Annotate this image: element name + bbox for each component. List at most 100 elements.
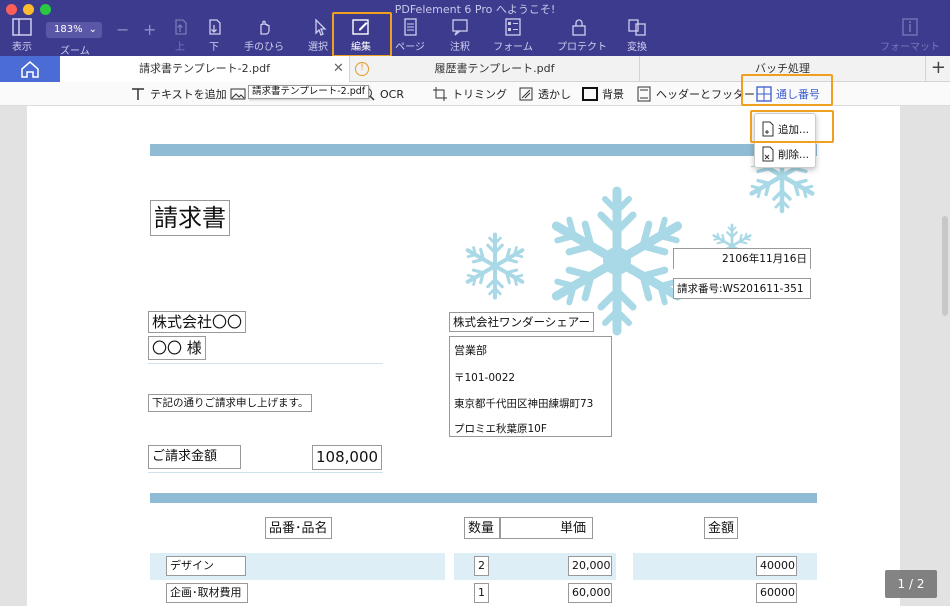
protect-label: プロテクト [557,42,607,53]
document-viewport[interactable]: 請求書 2106年11月16日 請求番号:WS201611-351 株式会社〇〇… [0,106,950,606]
row-2-name: 企画･取材費用 [166,583,248,603]
hand-tool-button[interactable]: 手のひら [242,18,286,54]
convert-button[interactable]: 変換 [615,18,659,54]
page-down-label: 下 [209,42,219,53]
format-button[interactable]: フォーマット [880,18,940,54]
background-button[interactable]: 背景 [582,85,624,103]
tab-resume-label: 履歴書テンプレート.pdf [434,62,555,75]
sidebar-icon [12,18,32,36]
tab-invoice[interactable]: 請求書テンプレート-2.pdf [60,56,350,82]
convert-label: 変換 [627,42,647,53]
pdf-page: 請求書 2106年11月16日 請求番号:WS201611-351 株式会社〇〇… [27,106,900,606]
page-icon [404,18,417,36]
form-label: フォーム [493,42,533,53]
menu-item-remove-label: 削除... [778,148,810,161]
watermark-icon [519,87,533,101]
view-label: 表示 [12,42,32,53]
zoom-out-button[interactable]: − [116,20,129,39]
crop-label: トリミング [452,88,507,101]
amount-value: 108,000 [312,445,382,470]
new-tab-icon[interactable]: + [931,56,946,80]
close-tab-icon[interactable]: ✕ [333,56,344,82]
client-company: 株式会社〇〇 [148,311,247,333]
menu-item-remove[interactable]: 削除... [761,145,809,163]
add-text-label: テキストを追加 [150,88,227,101]
issuer-address: 東京都千代田区神田練塀町73 [454,398,594,410]
col-header-price: 単価 [500,517,593,539]
tab-resume[interactable]: 履歴書テンプレート.pdf [350,56,640,82]
row-2-qty: 1 [474,583,489,603]
amount-separator [148,472,383,473]
tab-invoice-label: 請求書テンプレート-2.pdf [139,62,270,75]
vertical-scrollbar[interactable] [942,216,948,316]
main-toolbar: PDFelement 6 Pro へようこそ! 表示 183% ⌄ ズーム − … [0,0,950,57]
row-1-price: 20,000 [568,556,612,576]
remove-page-icon [762,146,774,162]
filename-tooltip: 請求書テンプレート-2.pdf [248,85,370,99]
window-title: PDFelement 6 Pro へようこそ! [394,3,556,16]
zoom-in-button[interactable]: + [143,20,156,39]
row-2-amount: 60000 [756,583,797,603]
comment-icon [452,19,468,36]
zoom-select[interactable]: 183% ⌄ [46,22,102,38]
zoom-value: 183% [54,24,83,35]
client-name: 〇〇 様 [148,336,206,360]
bates-highlight-frame [741,74,833,106]
page-down-icon [209,19,221,35]
invoice-number: 請求番号:WS201611-351 [673,278,811,299]
issuer-department: 営業部 [454,344,487,357]
hand-tool-label: 手のひら [244,42,284,53]
page-down-button[interactable]: 下 [192,18,236,54]
crop-button[interactable]: トリミング [432,85,507,103]
add-text-button[interactable]: テキストを追加 [130,85,227,103]
text-add-icon [132,88,144,100]
page-indicator: 1 / 2 [885,570,937,598]
issuer-building: プロミエ秋葉原10F [454,423,547,435]
protect-button[interactable]: プロテクト [557,18,607,54]
row-1-amount: 40000 [756,556,797,576]
request-text: 下記の通りご請求申し上げます。 [148,394,313,412]
add-menu-highlight-frame [750,110,834,143]
header-band [150,144,817,156]
watermark-label: 透かし [538,88,571,101]
issuer-address-box: 営業部 〒101-0022 東京都千代田区神田練塀町73 プロミエ秋葉原10F [449,336,612,437]
edit-highlight-frame [332,12,392,57]
client-separator [148,363,383,364]
row-2-price: 60,000 [568,583,612,603]
form-button[interactable]: フォーム [491,18,535,54]
image-icon [230,88,246,100]
view-button[interactable]: 表示 [0,18,44,54]
format-label: フォーマット [880,42,940,53]
header-footer-button[interactable]: ヘッダーとフッター [636,85,755,103]
comment-button[interactable]: 注釈 [438,18,482,54]
issuer-zip: 〒101-0022 [454,372,516,384]
cursor-icon [315,18,327,36]
zoom-label: ズーム [60,46,90,57]
col-header-item: 品番･品名 [265,517,332,539]
lock-icon [572,19,586,36]
format-icon [902,18,918,36]
form-icon [505,18,521,36]
header-footer-icon [637,86,651,102]
home-button[interactable] [0,56,60,82]
table-band [150,493,817,503]
watermark-button[interactable]: 透かし [518,85,571,103]
crop-icon [433,87,447,101]
page-up-icon [175,19,187,35]
col-header-qty: 数量 [464,517,500,539]
issuer-company: 株式会社ワンダーシェアー [449,312,595,332]
amount-label: ご請求金額 [148,445,241,469]
home-icon [21,61,39,78]
add-image-button[interactable] [230,85,246,103]
doc-date: 2106年11月16日 [673,248,811,269]
convert-icon [628,19,646,36]
background-label: 背景 [602,88,624,101]
row-1-qty: 2 [474,556,489,576]
page-button[interactable]: ページ [388,18,432,54]
col-header-amount: 金額 [704,517,739,539]
doc-title: 請求書 [150,200,230,236]
background-icon [582,87,598,101]
hand-icon [260,20,270,35]
ocr-label: OCR [380,87,404,101]
chevron-down-icon: ⌄ [88,24,97,35]
